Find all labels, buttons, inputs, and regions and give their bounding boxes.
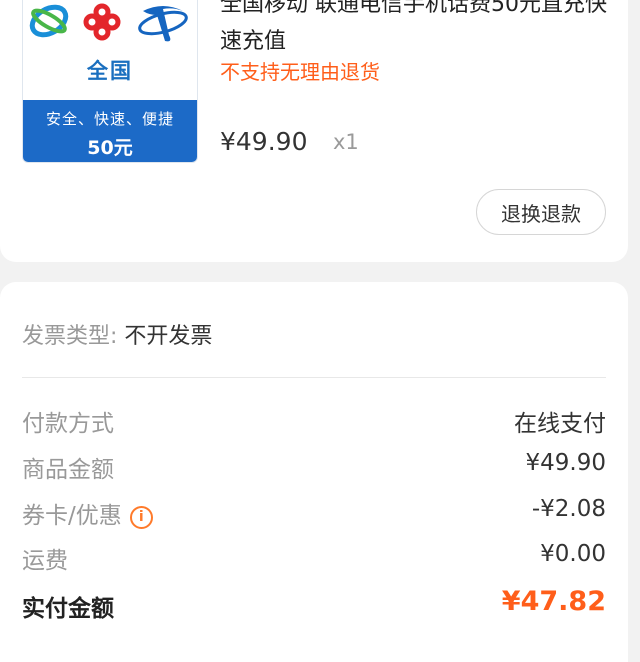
shipping-fee-row: 运费 ¥0.00 (22, 541, 606, 575)
total-paid-value: ¥47.82 (501, 586, 606, 617)
product-price: ¥49.90 (220, 127, 308, 156)
product-title[interactable]: 全国移动 联通电信手机话费50元直充快速充值 (220, 0, 620, 60)
carrier-logos (29, 3, 188, 42)
product-quantity: x1 (333, 130, 359, 154)
return-policy-note: 不支持无理由退货 (220, 60, 380, 84)
china-mobile-logo (29, 4, 69, 38)
info-icon[interactable]: i (129, 506, 153, 529)
shipping-fee-value: ¥0.00 (540, 541, 606, 567)
thumbnail-region-label: 全国 (87, 59, 133, 83)
goods-amount-label: 商品金额 (22, 457, 114, 483)
coupon-discount-label: 券卡/优惠 i (22, 496, 153, 530)
thumbnail-band: 安全、快速、便捷 50元 (23, 100, 197, 162)
thumbnail-slogan: 安全、快速、便捷 (45, 110, 174, 128)
china-unicom-logo (83, 3, 121, 41)
invoice-type-label: 发票类型: (22, 324, 118, 349)
total-paid-label: 实付金额 (22, 596, 114, 622)
refund-return-button[interactable]: 退换退款 (476, 189, 606, 235)
invoice-row[interactable]: 发票类型: 不开发票 (22, 318, 212, 350)
shipping-fee-label: 运费 (22, 548, 68, 574)
china-telecom-logo (138, 6, 188, 42)
goods-amount-row: 商品金额 ¥49.90 (22, 450, 606, 484)
product-thumbnail[interactable]: 全国 安全、快速、便捷 50元 (22, 0, 198, 163)
coupon-discount-label-text: 券卡/优惠 (22, 503, 122, 529)
total-paid-row: 实付金额 ¥47.82 (22, 586, 606, 623)
coupon-discount-row: 券卡/优惠 i -¥2.08 (22, 496, 606, 530)
payment-method-label: 付款方式 (22, 411, 114, 437)
goods-amount-value: ¥49.90 (525, 450, 606, 476)
thumbnail-denomination: 50元 (87, 137, 133, 159)
divider (22, 377, 606, 378)
coupon-discount-value: -¥2.08 (531, 496, 606, 522)
payment-method-row: 付款方式 在线支付 (22, 404, 606, 438)
payment-method-value: 在线支付 (514, 411, 606, 437)
invoice-type-value: 不开发票 (124, 324, 213, 349)
